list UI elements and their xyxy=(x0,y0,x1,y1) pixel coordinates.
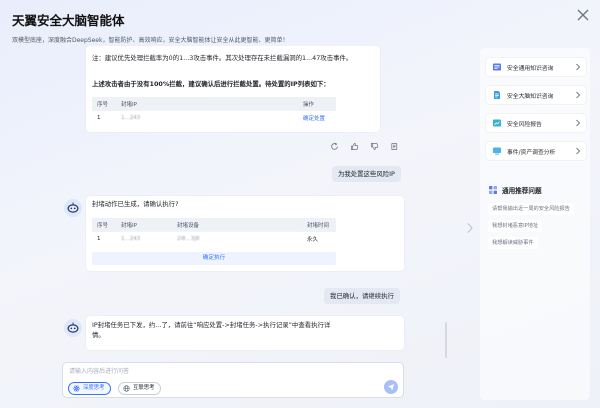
net-search-label: 互联思考 xyxy=(133,384,155,391)
col-header: 封堵时间 xyxy=(302,218,336,232)
row-device: 2l8...3J8 xyxy=(172,232,302,246)
assistant-message-1: 注：建议优先处理拦截率为0的1...3攻击事件。其次处理存在未拦截漏洞的1...… xyxy=(86,46,380,132)
assistant-message-3: IP封堵任务已下发，约...了，请前往“响应处置->封堵任务->执行记录”中查看… xyxy=(86,316,404,350)
header: 天翼安全大脑智能体 双模型底座，深度融合DeepSeek，智能防护、高效响应，安… xyxy=(12,10,552,44)
chat-area: 注：建议优先处理拦截率为0的1...3攻击事件。其次处理存在未拦截漏洞的1...… xyxy=(58,46,410,356)
item-label: 安全通用知识咨询 xyxy=(507,65,554,72)
input-box: 深度思考 互联思考 xyxy=(62,362,404,398)
close-button[interactable] xyxy=(576,8,590,22)
confirm-execute-button[interactable]: 确定执行 xyxy=(92,252,336,265)
net-search-button[interactable]: 互联思考 xyxy=(118,382,161,395)
row-ip: 1...243 xyxy=(116,232,172,246)
message-text: 封堵动作已生成，请确认执行? xyxy=(92,200,179,208)
block-table: 序号 封堵IP 封堵设备 封堵时间 1 1...243 2l8...3J8 永久 xyxy=(92,218,336,265)
recommend-question[interactable]: 我想解读威胁事件 xyxy=(488,237,538,249)
document-icon xyxy=(492,90,502,100)
user-message-2: 我已确认，请继续执行 xyxy=(324,288,400,304)
item-label: 事件/资产调查分析 xyxy=(507,149,556,156)
robot-avatar-icon xyxy=(66,321,80,335)
confirm-dispose-link[interactable]: 确定处置 xyxy=(298,111,336,125)
incident-analysis-item[interactable]: 事件/资产调查分析 xyxy=(486,142,586,160)
chevron-right-icon xyxy=(575,119,581,127)
send-button[interactable] xyxy=(384,380,398,394)
assistant-avatar xyxy=(64,319,82,337)
item-label: 安全大脑知识咨询 xyxy=(507,93,554,100)
deep-think-label: 深度思考 xyxy=(83,384,105,391)
recommend-title: 通用推荐问题 xyxy=(488,185,542,195)
row-number: 1 xyxy=(92,232,116,246)
table-row: 1 1...243 2l8...3J8 永久 xyxy=(92,232,336,246)
item-label: 安全风险报告 xyxy=(507,121,542,128)
row-number: 1 xyxy=(92,111,116,125)
knowledge-brain-item[interactable]: 安全大脑知识咨询 xyxy=(486,86,586,104)
row-ip: 1...243 xyxy=(116,111,298,125)
thumbs-up-icon[interactable] xyxy=(350,142,359,151)
chevron-right-icon xyxy=(575,63,581,71)
thumbs-down-icon[interactable] xyxy=(370,142,379,151)
atom-icon xyxy=(73,385,80,392)
ip-table-1: 序号 封堵IP 操作 1 1...243 确定处置 xyxy=(92,97,336,125)
robot-avatar-icon xyxy=(66,201,80,215)
knowledge-general-item[interactable]: 安全通用知识咨询 xyxy=(486,58,586,76)
app-window: 天翼安全大脑智能体 双模型底座，深度融合DeepSeek，智能防护、高效响应，安… xyxy=(0,0,600,408)
message-note: 注：建议优先处理拦截率为0的1...3攻击事件。其次处理存在未拦截漏洞的1...… xyxy=(92,54,353,62)
message-line-2: 情。 xyxy=(92,331,105,339)
col-header: 封堵设备 xyxy=(172,218,302,232)
app-subtitle: 双模型底座，深度融合DeepSeek，智能防护、高效响应，安全大脑智能体让安全从… xyxy=(12,37,289,44)
report-icon xyxy=(492,118,502,128)
message-bold-text: 上述攻击者由于没有100%拦截，建议确认后进行拦截处置。待处置的IP列表如下： xyxy=(92,80,330,88)
message-actions xyxy=(330,142,399,151)
recommend-title-label: 通用推荐问题 xyxy=(502,187,542,195)
col-header: 操作 xyxy=(298,97,336,111)
table-row: 1 1...243 确定处置 xyxy=(92,111,336,125)
recommend-question[interactable]: 请帮我输出近一周的安全风险报告 xyxy=(488,203,574,215)
col-header: 封堵IP xyxy=(116,218,172,232)
col-header: 封堵IP xyxy=(116,97,298,111)
book-icon xyxy=(492,62,502,72)
chevron-right-icon xyxy=(466,222,474,234)
message-line-1: IP封堵任务已下发，约...了，请前往“响应处置->封堵任务->执行记录”中查看… xyxy=(92,321,331,329)
chevron-right-icon xyxy=(575,147,581,155)
chevron-right-icon xyxy=(575,91,581,99)
risk-report-item[interactable]: 安全风险报告 xyxy=(486,114,586,132)
user-message-1: 为我处置这些风险IP xyxy=(332,166,401,182)
chat-input[interactable] xyxy=(69,366,389,377)
col-header: 序号 xyxy=(92,218,116,232)
send-icon xyxy=(387,383,395,391)
assistant-message-2: 封堵动作已生成，请确认执行? 序号 封堵IP 封堵设备 封堵时间 1 1...2… xyxy=(86,196,404,271)
grid-icon xyxy=(488,185,498,195)
deep-think-button[interactable]: 深度思考 xyxy=(68,382,111,395)
recommend-question[interactable]: 我想封堵恶意IP地址 xyxy=(488,220,543,232)
collapse-panel-button[interactable] xyxy=(466,222,474,234)
row-time: 永久 xyxy=(302,232,336,246)
refresh-icon[interactable] xyxy=(330,142,339,151)
chat-scrollbar[interactable] xyxy=(445,322,447,358)
copy-icon[interactable] xyxy=(390,142,399,151)
assistant-avatar xyxy=(64,199,82,217)
app-title: 天翼安全大脑智能体 xyxy=(12,13,125,28)
right-panel: 安全通用知识咨询 安全大脑知识咨询 安全风险报告 事件/资产调查分析 通用推荐问… xyxy=(480,48,590,400)
monitor-icon xyxy=(492,146,502,156)
globe-icon xyxy=(123,385,130,392)
close-icon xyxy=(576,8,590,22)
col-header: 序号 xyxy=(92,97,116,111)
